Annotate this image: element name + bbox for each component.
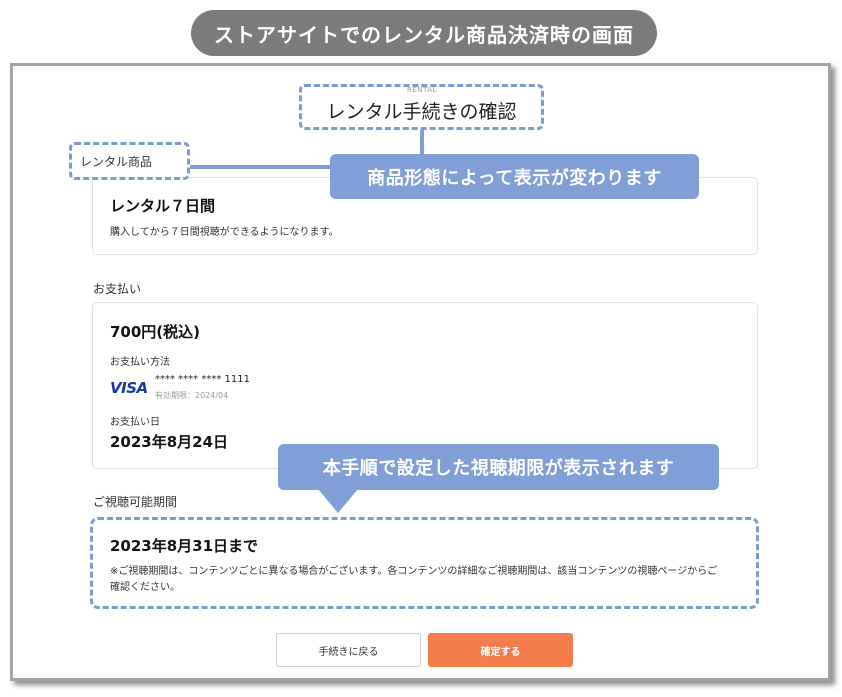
callout-connector-horizontal xyxy=(190,165,332,169)
annotation-banner: ストアサイトでのレンタル商品決済時の画面 xyxy=(191,10,657,56)
card-number: **** **** **** 1111 xyxy=(155,374,250,385)
callout-connector-vertical xyxy=(420,130,424,154)
product-type-callout: 商品形態によって表示が変わります xyxy=(330,154,699,199)
rental-section-label: レンタル商品 xyxy=(80,155,153,169)
rental-name: レンタル７日間 xyxy=(110,197,216,215)
viewing-until: 2023年8月31日まで xyxy=(110,537,259,555)
confirm-button[interactable]: 確定する xyxy=(428,633,573,667)
viewing-period-callout: 本手順で設定した視聴期限が表示されます xyxy=(278,444,719,490)
back-button[interactable]: 手続きに戻る xyxy=(276,633,421,667)
payment-amount: 700円(税込) xyxy=(110,323,201,341)
viewing-note-line-2: 確認ください。 xyxy=(110,582,180,593)
callout-pointer xyxy=(318,489,358,513)
rental-description: 購入してから７日間視聴ができるようになります。 xyxy=(110,227,339,238)
card-expiry: 有効期限：2024/04 xyxy=(155,391,229,400)
viewing-section-label: ご視聴可能期間 xyxy=(93,495,178,509)
viewing-note-line-1: ※ご視聴期間は、コンテンツごとに異なる場合がございます。各コンテンツの詳細なご視… xyxy=(110,566,718,577)
payment-section-label: お支払い xyxy=(93,282,142,296)
payment-date: 2023年8月24日 xyxy=(110,433,229,451)
payment-date-label: お支払い日 xyxy=(110,417,160,428)
payment-method-label: お支払い方法 xyxy=(110,357,170,368)
visa-card-icon: VISA xyxy=(110,379,148,397)
page-title: レンタル手続きの確認 xyxy=(326,101,517,123)
